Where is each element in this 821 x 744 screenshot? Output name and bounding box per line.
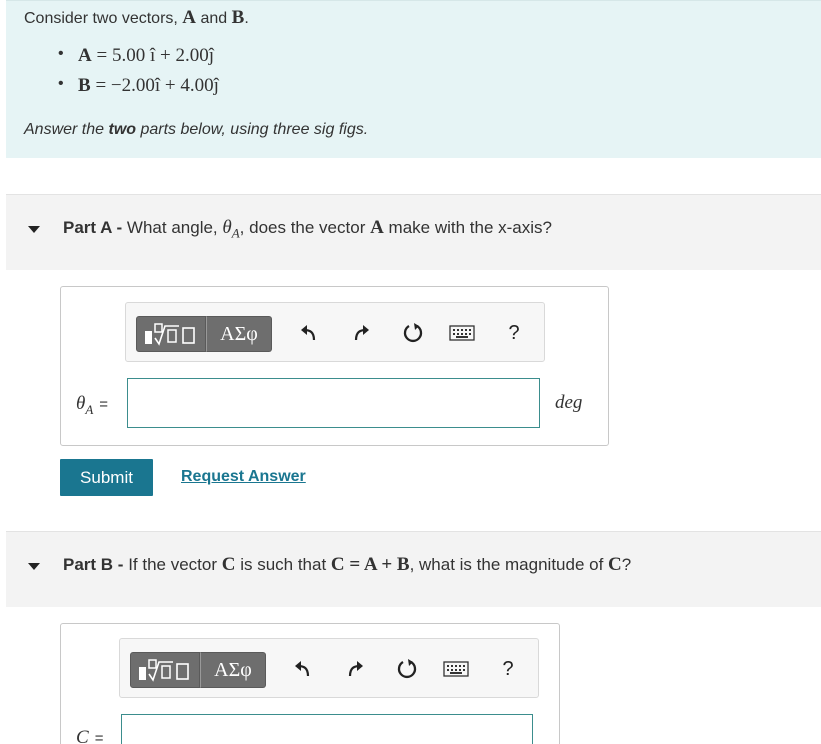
keyboard-icon[interactable]	[448, 319, 476, 347]
theta-a-label: θA =	[76, 393, 109, 417]
help-icon[interactable]: ?	[494, 655, 522, 683]
collapse-caret-icon[interactable]	[28, 226, 40, 233]
greek-symbols-button[interactable]: ΑΣφ	[206, 316, 272, 352]
problem-intro: Consider two vectors, A and B. A = 5.00 …	[6, 0, 821, 158]
part-a-math-toolbar: ΑΣφ ?	[125, 302, 545, 362]
reset-icon[interactable]	[399, 319, 427, 347]
redo-icon[interactable]	[347, 319, 375, 347]
request-answer-link[interactable]: Request Answer	[181, 468, 306, 486]
vector-list: A = 5.00 î + 2.00ĵ B = −2.00î + 4.00ĵ	[58, 45, 219, 105]
c-label: C =	[76, 727, 104, 744]
keyboard-icon[interactable]	[442, 655, 470, 683]
submit-button[interactable]: Submit	[60, 459, 153, 496]
theta-a-input[interactable]	[127, 378, 540, 428]
part-a-title: Part A - What angle, θA, does the vector…	[63, 217, 552, 241]
collapse-caret-icon[interactable]	[28, 563, 40, 570]
unit-label: deg	[555, 392, 583, 413]
part-a-header[interactable]: Part A - What angle, θA, does the vector…	[6, 194, 821, 270]
intro-line: Consider two vectors, A and B.	[24, 7, 249, 28]
templates-button[interactable]	[130, 652, 200, 688]
vector-a-definition: A = 5.00 î + 2.00ĵ	[58, 45, 219, 75]
vector-b-definition: B = −2.00î + 4.00ĵ	[58, 75, 219, 105]
templates-icon	[145, 323, 195, 346]
undo-icon[interactable]	[289, 655, 317, 683]
redo-icon[interactable]	[341, 655, 369, 683]
instructions: Answer the two parts below, using three …	[24, 121, 369, 138]
vector-a-symbol: A	[182, 7, 197, 28]
templates-icon	[139, 659, 189, 682]
templates-button[interactable]	[136, 316, 206, 352]
vector-b-symbol: B	[231, 7, 245, 28]
help-icon[interactable]: ?	[500, 319, 528, 347]
part-b-math-toolbar: ΑΣφ ?	[119, 638, 539, 698]
reset-icon[interactable]	[393, 655, 421, 683]
c-magnitude-input[interactable]	[121, 714, 533, 744]
part-b-header[interactable]: Part B - If the vector C is such that C …	[6, 531, 821, 607]
greek-symbols-button[interactable]: ΑΣφ	[200, 652, 266, 688]
undo-icon[interactable]	[295, 319, 323, 347]
part-b-title: Part B - If the vector C is such that C …	[63, 554, 632, 575]
